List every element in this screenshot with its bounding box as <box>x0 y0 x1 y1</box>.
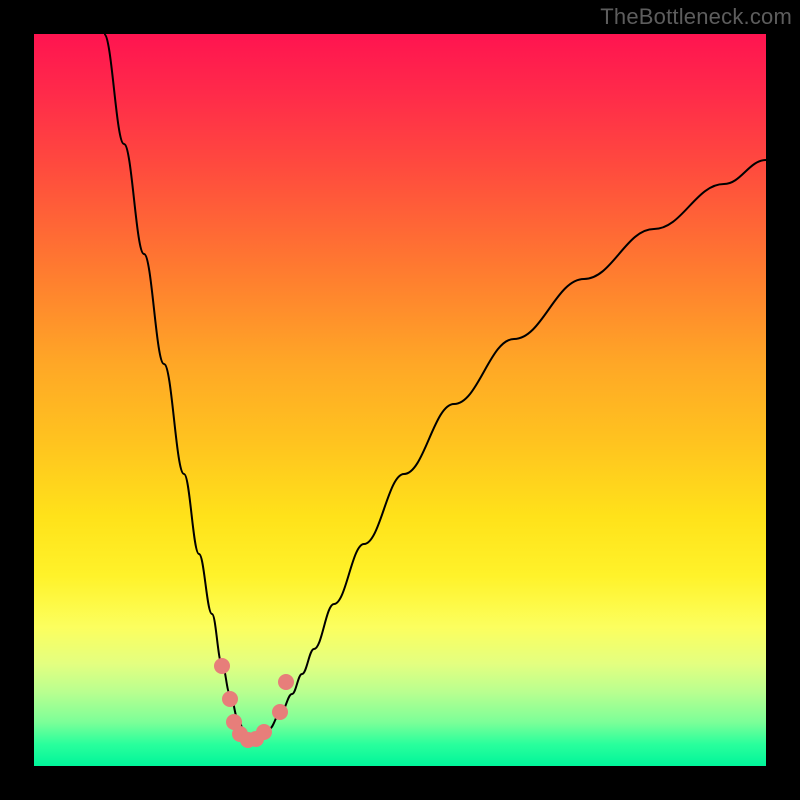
marker-dot <box>278 674 294 690</box>
marker-dot <box>214 658 230 674</box>
marker-dot <box>222 691 238 707</box>
curve-markers <box>214 658 294 748</box>
marker-dot <box>256 724 272 740</box>
bottleneck-curve <box>104 34 766 741</box>
marker-dot <box>272 704 288 720</box>
plot-area <box>34 34 766 766</box>
watermark-text: TheBottleneck.com <box>600 4 792 30</box>
chart-frame: TheBottleneck.com <box>0 0 800 800</box>
curve-layer <box>34 34 766 766</box>
